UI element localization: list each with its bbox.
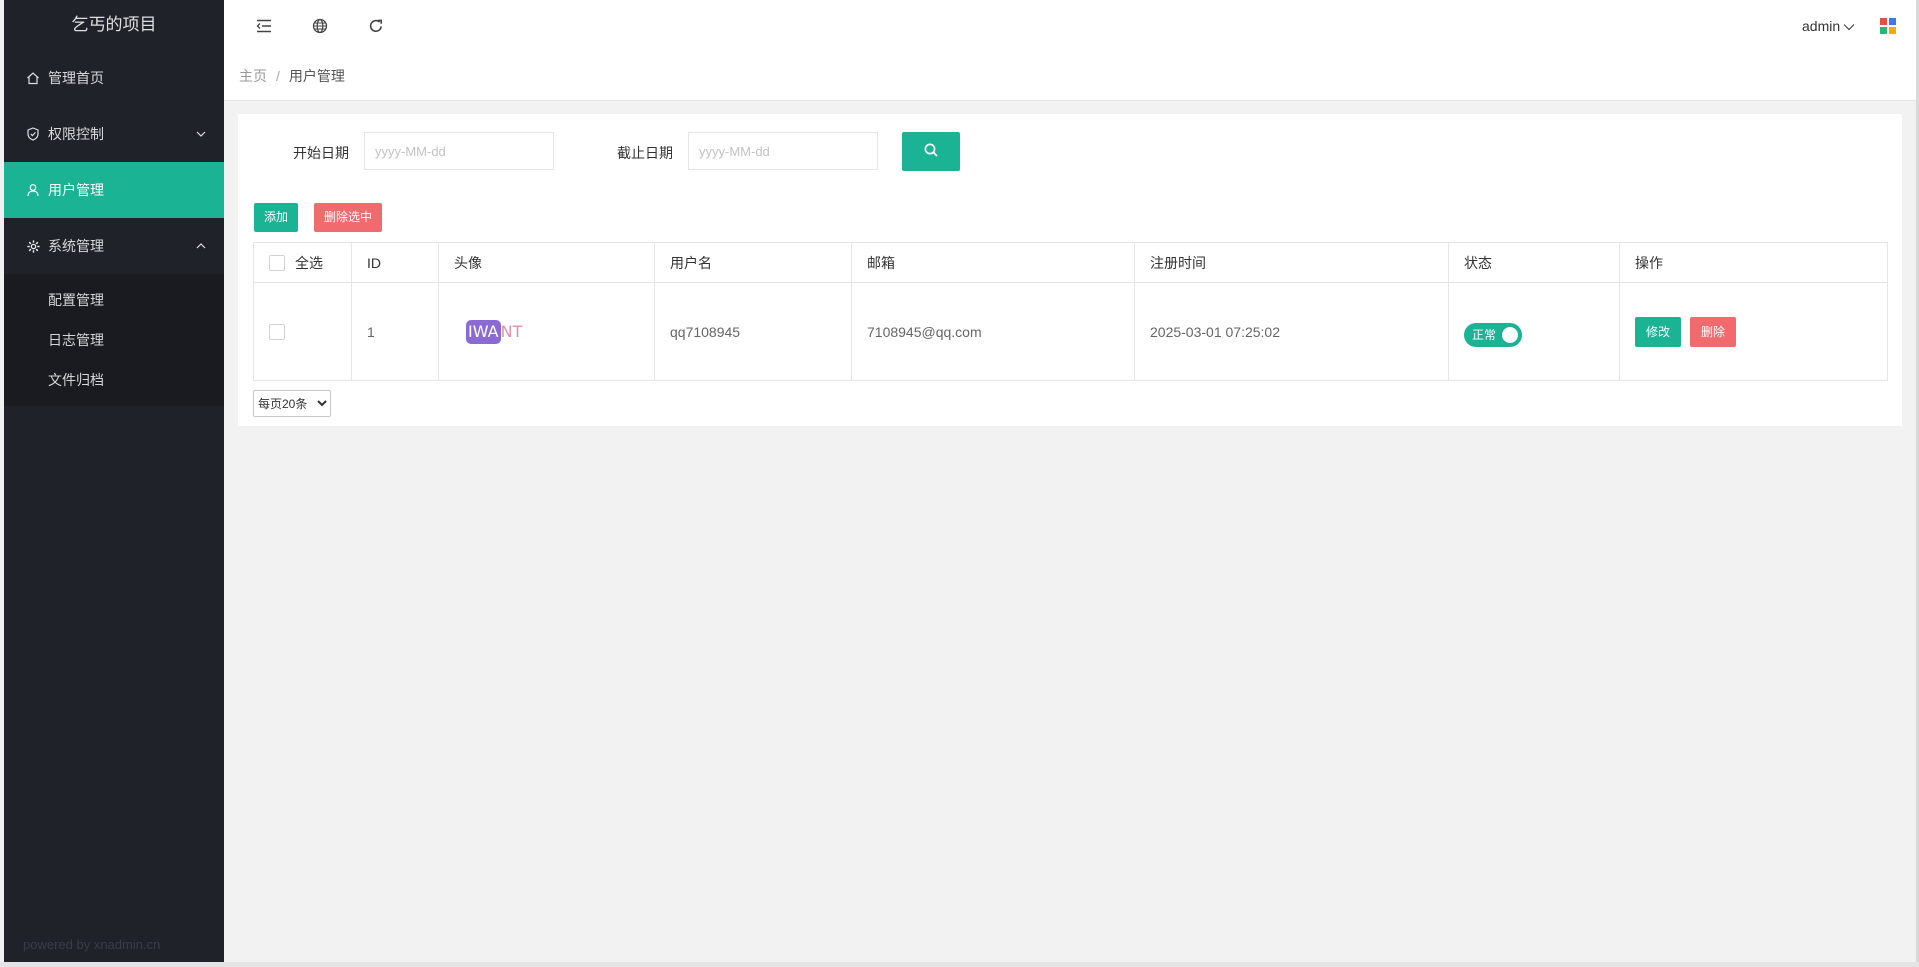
add-button[interactable]: 添加 bbox=[254, 203, 299, 232]
page-size-select[interactable]: 每页20条 bbox=[253, 390, 331, 417]
sidebar-item-label: 权限控制 bbox=[48, 126, 104, 142]
end-date-label: 截止日期 bbox=[617, 145, 673, 161]
toggle-knob bbox=[1502, 326, 1519, 343]
table-header-row: 全选 ID 头像 用户名 邮箱 注册时间 状态 操作 bbox=[253, 242, 1888, 283]
header-email: 邮箱 bbox=[851, 242, 1135, 283]
window-bottom-edge bbox=[0, 962, 1919, 967]
powered-by-text: powered by xnadmin.cn bbox=[23, 937, 161, 952]
user-table: 全选 ID 头像 用户名 邮箱 注册时间 状态 操作 1 IWA NT qq71… bbox=[253, 242, 1888, 381]
sidebar-item-permissions[interactable]: 权限控制 bbox=[4, 106, 224, 162]
avatar: IWA NT bbox=[466, 319, 523, 344]
submenu-item-logs[interactable]: 日志管理 bbox=[4, 320, 224, 360]
chevron-down-icon bbox=[1843, 14, 1855, 38]
chevron-down-icon bbox=[196, 106, 206, 162]
submenu-item-config[interactable]: 配置管理 bbox=[4, 280, 224, 320]
sidebar-item-label: 管理首页 bbox=[48, 70, 104, 86]
header-id: ID bbox=[351, 242, 439, 283]
row-id: 1 bbox=[351, 282, 439, 381]
sidebar: 乞丐的项目 管理首页 权限控制 用户管理 系统管理 配置管理 日志管理 文件归档… bbox=[4, 0, 224, 962]
header-register-time: 注册时间 bbox=[1134, 242, 1449, 283]
header-select-all: 全选 bbox=[253, 242, 352, 283]
breadcrumb: 主页 / 用户管理 bbox=[239, 66, 345, 86]
status-toggle[interactable]: 正常 bbox=[1464, 322, 1523, 347]
row-checkbox[interactable] bbox=[269, 324, 285, 341]
submenu-item-archive[interactable]: 文件归档 bbox=[4, 360, 224, 400]
row-operation-cell: 修改 删除 bbox=[1619, 282, 1888, 381]
breadcrumb-home[interactable]: 主页 bbox=[239, 68, 267, 84]
header-operation: 操作 bbox=[1619, 242, 1888, 283]
breadcrumb-separator: / bbox=[276, 68, 280, 84]
sidebar-item-users[interactable]: 用户管理 bbox=[4, 162, 224, 218]
select-all-checkbox[interactable] bbox=[269, 254, 285, 271]
row-email: 7108945@qq.com bbox=[851, 282, 1135, 381]
app-logo: 乞丐的项目 bbox=[71, 15, 157, 34]
end-date-input[interactable] bbox=[688, 132, 878, 170]
main-area: admin 主页 / 用户管理 开始日期 截止日期 添加 删除选中 bbox=[224, 0, 1916, 962]
sidebar-item-home[interactable]: 管理首页 bbox=[4, 50, 224, 106]
shield-icon bbox=[25, 106, 41, 162]
chevron-up-icon bbox=[196, 218, 206, 274]
breadcrumb-current: 用户管理 bbox=[288, 68, 345, 84]
row-username: qq7108945 bbox=[654, 282, 852, 381]
search-icon bbox=[923, 142, 939, 161]
menu-fold-icon[interactable] bbox=[252, 12, 276, 40]
user-menu[interactable]: admin bbox=[1802, 14, 1855, 38]
row-register-time: 2025-03-01 07:25:02 bbox=[1134, 282, 1449, 381]
start-date-label: 开始日期 bbox=[293, 145, 349, 161]
sidebar-item-label: 用户管理 bbox=[48, 182, 104, 198]
status-label: 正常 bbox=[1472, 328, 1497, 342]
header-status: 状态 bbox=[1448, 242, 1620, 283]
row-status-cell: 正常 bbox=[1448, 282, 1620, 381]
globe-icon[interactable] bbox=[308, 12, 332, 40]
start-date-input[interactable] bbox=[364, 132, 554, 170]
select-all-label: 全选 bbox=[295, 254, 323, 271]
table-row: 1 IWA NT qq7108945 7108945@qq.com 2025-03… bbox=[253, 282, 1888, 381]
delete-selected-button[interactable]: 删除选中 bbox=[314, 203, 383, 232]
row-avatar-cell: IWA NT bbox=[438, 282, 655, 381]
home-icon bbox=[25, 50, 41, 106]
gear-icon bbox=[25, 218, 41, 274]
edit-button[interactable]: 修改 bbox=[1635, 316, 1682, 347]
sidebar-item-label: 系统管理 bbox=[48, 238, 104, 254]
delete-button[interactable]: 删除 bbox=[1690, 316, 1737, 347]
refresh-icon[interactable] bbox=[364, 12, 388, 40]
top-bar: admin 主页 / 用户管理 bbox=[224, 0, 1916, 101]
apps-grid-icon[interactable] bbox=[1880, 18, 1896, 34]
row-select-cell bbox=[253, 282, 352, 381]
sidebar-item-system[interactable]: 系统管理 bbox=[4, 218, 224, 274]
system-submenu: 配置管理 日志管理 文件归档 bbox=[4, 274, 224, 406]
header-username: 用户名 bbox=[654, 242, 852, 283]
avatar-text-rest: NT bbox=[500, 321, 523, 341]
search-button[interactable] bbox=[902, 132, 960, 171]
username-label: admin bbox=[1802, 18, 1841, 34]
user-icon bbox=[25, 162, 41, 218]
header-avatar: 头像 bbox=[438, 242, 655, 283]
avatar-text-highlight: IWA bbox=[466, 319, 501, 344]
